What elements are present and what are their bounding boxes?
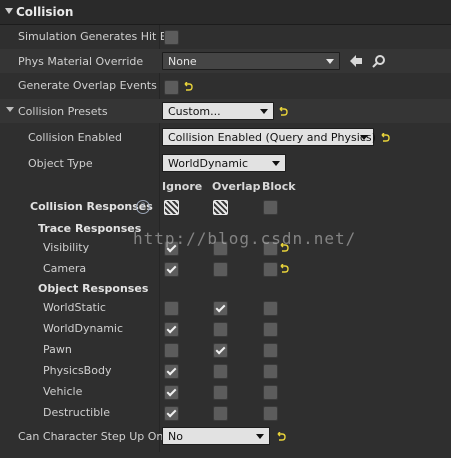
overlap-checkbox[interactable] [213,301,228,316]
ignore-checkbox[interactable] [164,322,179,337]
response-label: Pawn [43,343,72,356]
response-label: WorldStatic [43,301,106,314]
response-label: WorldDynamic [43,322,124,335]
collision-responses-row: Collision Responses ? [0,195,451,217]
reset-to-default-icon[interactable] [276,432,286,442]
chevron-down-icon [256,434,264,439]
reset-to-default-icon[interactable] [279,264,289,274]
response-label: Camera [43,262,87,275]
block-checkbox[interactable] [263,241,278,256]
response-row: Camera [0,258,451,279]
overlap-checkbox[interactable] [213,241,228,256]
object-type-row: Object Type WorldDynamic [0,151,451,175]
block-all-checkbox[interactable] [263,200,278,215]
ignore-checkbox[interactable] [164,364,179,379]
response-label: PhysicsBody [43,364,112,377]
phys-material-row: Phys Material Override None [0,49,451,73]
overlap-all-checkbox[interactable] [213,200,228,215]
collision-presets-value: Custom... [168,105,221,118]
ignore-checkbox[interactable] [164,262,179,277]
response-row: Pawn [0,339,451,360]
overlap-checkbox[interactable] [213,385,228,400]
collision-responses-label: Collision Responses [30,200,153,213]
step-up-label: Can Character Step Up On [18,430,164,443]
block-checkbox[interactable] [263,262,278,277]
chevron-down-icon [260,109,268,114]
overlap-events-checkbox[interactable] [164,80,179,95]
sim-hit-label: Simulation Generates Hit Ev [18,30,174,43]
ignore-checkbox[interactable] [164,343,179,358]
sim-hit-checkbox[interactable] [164,30,179,45]
section-title: Collision [16,5,74,19]
reset-to-default-icon[interactable] [279,243,289,253]
ignore-checkbox[interactable] [164,241,179,256]
overlap-checkbox[interactable] [213,406,228,421]
collision-enabled-value: Collision Enabled (Query and Physics) [168,131,376,144]
collision-presets-label: Collision Presets [18,105,108,118]
overlap-checkbox[interactable] [213,364,228,379]
overlap-checkbox[interactable] [213,262,228,277]
chevron-down-icon [360,135,368,140]
overlap-checkbox[interactable] [213,343,228,358]
reset-to-default-icon[interactable] [380,133,390,143]
block-checkbox[interactable] [263,343,278,358]
object-responses-title: Object Responses [38,282,149,295]
ignore-checkbox[interactable] [164,301,179,316]
object-type-dropdown[interactable]: WorldDynamic [162,154,286,172]
browse-magnifier-icon[interactable] [372,54,386,68]
overlap-checkbox[interactable] [213,322,228,337]
chevron-down-icon [326,59,334,64]
phys-material-picker[interactable]: None [162,52,340,70]
step-up-row: Can Character Step Up On No [0,424,451,448]
block-checkbox[interactable] [263,322,278,337]
block-column-header: Block [262,180,296,193]
response-label: Visibility [43,241,90,254]
response-row: Destructible [0,402,451,423]
ignore-all-checkbox[interactable] [164,200,179,215]
object-type-value: WorldDynamic [168,157,249,170]
response-row: PhysicsBody [0,360,451,381]
ignore-checkbox[interactable] [164,406,179,421]
use-selected-arrow-icon[interactable] [349,54,363,68]
overlap-events-row: Generate Overlap Events [0,74,451,98]
collision-enabled-row: Collision Enabled Collision Enabled (Que… [0,124,451,148]
overlap-events-label: Generate Overlap Events [18,79,157,92]
step-up-dropdown[interactable]: No [162,427,270,445]
trace-responses-title: Trace Responses [38,222,142,235]
collision-enabled-dropdown[interactable]: Collision Enabled (Query and Physics) [162,128,376,146]
ignore-column-header: Ignore [162,180,203,193]
expand-arrow-icon[interactable] [6,107,14,112]
collision-presets-dropdown[interactable]: Custom... [162,102,274,120]
response-row: WorldDynamic [0,318,451,339]
response-row: Vehicle [0,381,451,402]
block-checkbox[interactable] [263,364,278,379]
help-icon[interactable]: ? [136,200,150,214]
overlap-column-header: Overlap [212,180,261,193]
object-type-label: Object Type [28,157,93,170]
block-checkbox[interactable] [263,385,278,400]
response-row: WorldStatic [0,297,451,318]
chevron-down-icon [272,161,280,166]
phys-material-value: None [168,55,197,68]
collision-enabled-label: Collision Enabled [28,131,123,144]
collision-section-header[interactable]: Collision [0,0,451,25]
reset-to-default-icon[interactable] [278,107,288,117]
collision-presets-row: Collision Presets Custom... [0,99,451,123]
reset-to-default-icon[interactable] [183,82,193,92]
ignore-checkbox[interactable] [164,385,179,400]
block-checkbox[interactable] [263,301,278,316]
response-row: Visibility [0,237,451,258]
sim-hit-row: Simulation Generates Hit Ev [0,25,451,49]
response-label: Destructible [43,406,110,419]
block-checkbox[interactable] [263,406,278,421]
response-label: Vehicle [43,385,83,398]
collapse-arrow-icon[interactable] [5,8,13,14]
step-up-value: No [168,430,183,443]
phys-material-label: Phys Material Override [18,55,144,68]
